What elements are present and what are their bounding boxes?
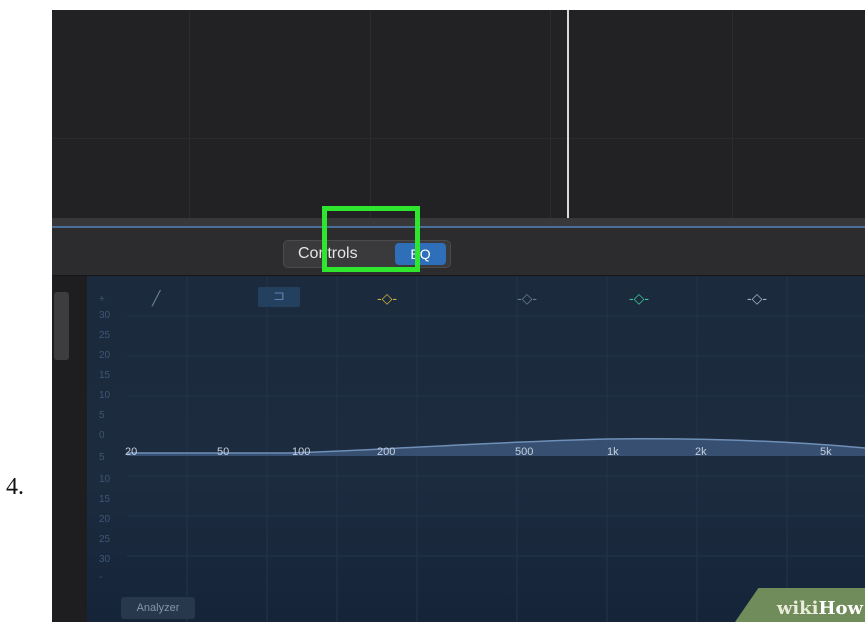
db-tick: 5 [99, 452, 105, 463]
freq-label: 200 [377, 446, 396, 458]
db-tick: 30 [99, 310, 111, 321]
freq-label: 2k [695, 446, 707, 458]
band-1-icon[interactable]: -◇- [377, 290, 397, 307]
freq-label: 20 [125, 446, 138, 458]
db-tick: 20 [99, 514, 111, 525]
band-2-icon[interactable]: -◇- [517, 290, 537, 307]
freq-label: 100 [292, 446, 311, 458]
db-tick: 25 [99, 330, 111, 341]
track-divider [52, 138, 865, 139]
freq-label: 50 [217, 446, 230, 458]
db-tick: 30 [99, 554, 111, 565]
inspector-edge [52, 276, 87, 622]
grid-line [370, 10, 371, 218]
grid-line [550, 10, 551, 218]
freq-label: 5k [820, 446, 832, 458]
band-3-icon[interactable]: -◇- [629, 290, 649, 307]
watermark-how: How [818, 598, 863, 619]
analyzer-button[interactable]: Analyzer [121, 597, 195, 619]
watermark-logo: wikiHow [777, 598, 863, 619]
inspector-handle[interactable] [54, 292, 69, 360]
db-tick: + [99, 294, 105, 305]
low-cut-icon[interactable]: ╱ [152, 290, 160, 307]
db-tick: 0 [99, 430, 105, 441]
db-scale: + 30 25 20 15 10 5 0 5 10 15 20 25 30 - [99, 276, 119, 622]
step-number: 4. [6, 474, 24, 500]
logic-pro-window: Controls EQ + 30 25 20 15 10 5 0 5 10 15… [52, 10, 865, 622]
grid-line [732, 10, 733, 218]
wikihow-watermark: wikiHow [735, 582, 865, 622]
low-shelf-icon[interactable]: ⊐ [258, 287, 300, 307]
watermark-wiki: wiki [776, 598, 819, 619]
db-tick: 15 [99, 494, 111, 505]
db-tick: 15 [99, 370, 111, 381]
freq-label: 1k [607, 446, 619, 458]
db-tick: 20 [99, 350, 111, 361]
db-tick: 5 [99, 410, 105, 421]
freq-label: 500 [515, 446, 534, 458]
db-tick: 10 [99, 474, 111, 485]
db-tick: 25 [99, 534, 111, 545]
db-tick: 10 [99, 390, 111, 401]
db-tick: - [99, 572, 103, 583]
eq-graph[interactable]: + 30 25 20 15 10 5 0 5 10 15 20 25 30 - … [87, 276, 865, 622]
grid-line [189, 10, 190, 218]
tracks-area[interactable] [52, 10, 865, 218]
editor-header: Controls EQ [52, 228, 865, 276]
eq-highlight-box [322, 206, 420, 272]
eq-grid [127, 276, 865, 622]
band-4-icon[interactable]: -◇- [747, 290, 767, 307]
playhead[interactable] [567, 10, 569, 218]
